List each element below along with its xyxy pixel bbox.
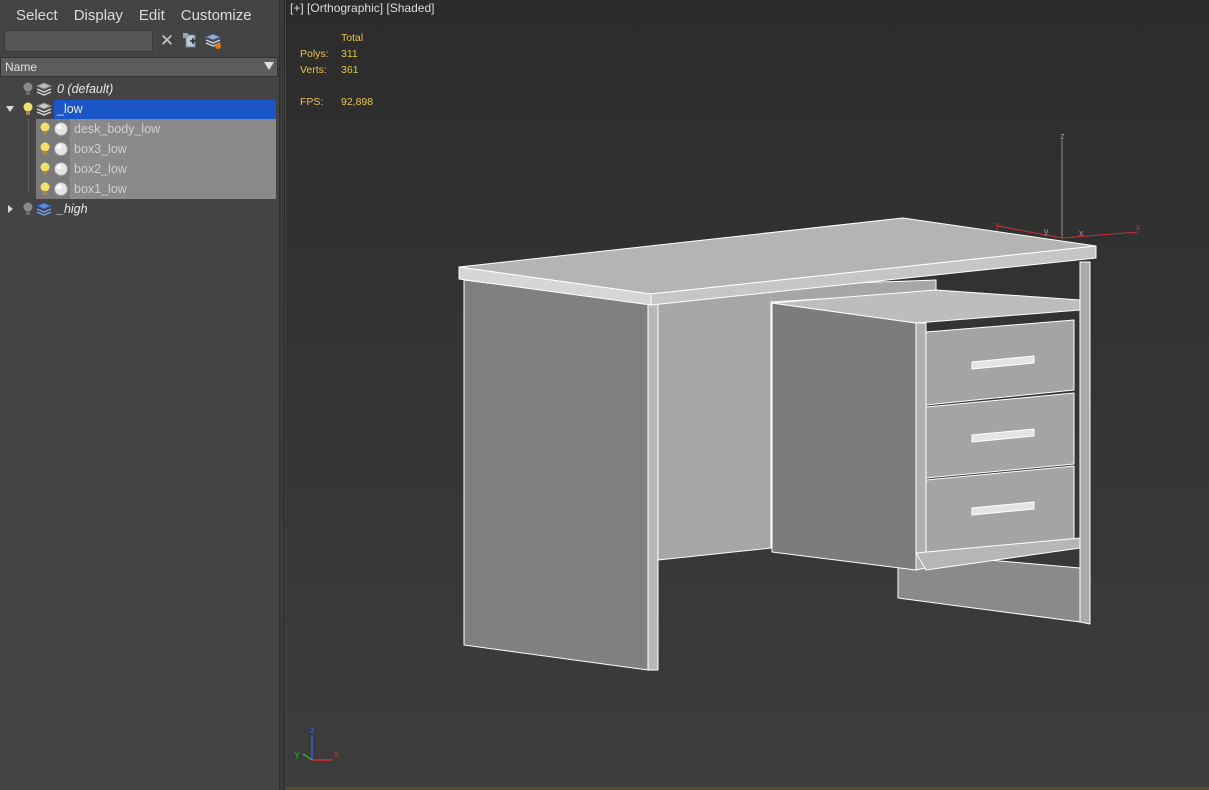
tree-row-object[interactable]: box3_low (0, 139, 278, 159)
search-row: ✕ (0, 30, 280, 54)
light-bulb-icon[interactable] (39, 161, 51, 177)
expanded-arrow-icon[interactable] (5, 103, 15, 115)
selection-highlight (54, 100, 276, 119)
desk-model[interactable]: z y x x y (286, 0, 1209, 787)
light-bulb-icon[interactable] (39, 141, 51, 157)
pedestal-edge (915, 322, 927, 571)
tree-row-object[interactable]: desk_body_low (0, 119, 278, 139)
tripod-x-label: x (334, 749, 339, 759)
gizmo-z-label: z (1060, 131, 1065, 141)
panel-splitter[interactable] (279, 0, 285, 790)
sphere-object-icon (54, 142, 68, 156)
gizmo-x-label: x (1079, 228, 1084, 238)
sphere-object-icon (54, 122, 68, 136)
tree-row-object[interactable]: box1_low (0, 179, 278, 199)
gizmo-y-label: y (1044, 226, 1049, 236)
viewport-orthographic[interactable]: [+] [Orthographic] [Shaded] Total Polys:… (286, 0, 1209, 790)
tripod-z-label: z (310, 725, 315, 735)
column-header-name[interactable]: Name (0, 57, 278, 77)
search-input[interactable] (4, 30, 153, 52)
tree-row-label: box2_low (74, 162, 127, 176)
tree-row-label: 0 (default) (57, 82, 114, 96)
sphere-object-icon (54, 162, 68, 176)
sphere-object-icon (54, 182, 68, 196)
tree-row-label: desk_body_low (74, 122, 161, 136)
gizmo-y-end-label: y (995, 220, 1000, 230)
light-bulb-icon[interactable] (22, 81, 34, 97)
collapsed-arrow-icon[interactable] (5, 203, 15, 215)
close-icon[interactable]: ✕ (158, 32, 176, 50)
light-bulb-icon[interactable] (39, 181, 51, 197)
tree-row-label: box3_low (74, 142, 127, 156)
desk-left-leg-edge (647, 302, 659, 671)
layer-stack-icon (36, 82, 52, 96)
tripod-y-label: y (295, 749, 300, 759)
tree-row-layer-default[interactable]: 0 (default) (0, 79, 278, 99)
layer-stack-icon (36, 202, 52, 216)
tree-row-label: _high (57, 202, 88, 216)
tree-row-label: box1_low (74, 182, 127, 196)
column-header-label: Name (5, 60, 38, 74)
light-bulb-icon[interactable] (22, 201, 34, 217)
menu-select[interactable]: Select (0, 7, 66, 24)
tree-row-object[interactable]: box2_low (0, 159, 278, 179)
axis-tripod-icon: z x y (295, 725, 339, 761)
sort-arrow-icon[interactable] (264, 62, 274, 70)
desk-left-leg-face (463, 279, 649, 671)
select-object-icon[interactable] (181, 32, 199, 50)
layer-stack-icon (36, 102, 52, 116)
layer-manager-icon[interactable] (204, 32, 222, 50)
tree-row-layer-low[interactable]: _low (0, 99, 278, 119)
tree-row-label: _low (57, 102, 83, 116)
tree-row-layer-high[interactable]: _high (0, 199, 278, 219)
menu-edit[interactable]: Edit (131, 7, 173, 24)
light-bulb-icon[interactable] (22, 101, 34, 117)
light-bulb-icon[interactable] (39, 121, 51, 137)
menu-display[interactable]: Display (66, 7, 131, 24)
menu-bar: Select Display Edit Customize (0, 0, 280, 30)
desk-right-side-panel (1079, 261, 1091, 625)
pedestal-side-face (771, 302, 917, 571)
menu-customize[interactable]: Customize (173, 7, 260, 24)
transform-gizmo[interactable]: z y x x y (995, 131, 1141, 239)
scene-explorer: Select Display Edit Customize ✕ Name 0 (… (0, 0, 280, 790)
gizmo-x-end-label: x (1136, 222, 1141, 232)
